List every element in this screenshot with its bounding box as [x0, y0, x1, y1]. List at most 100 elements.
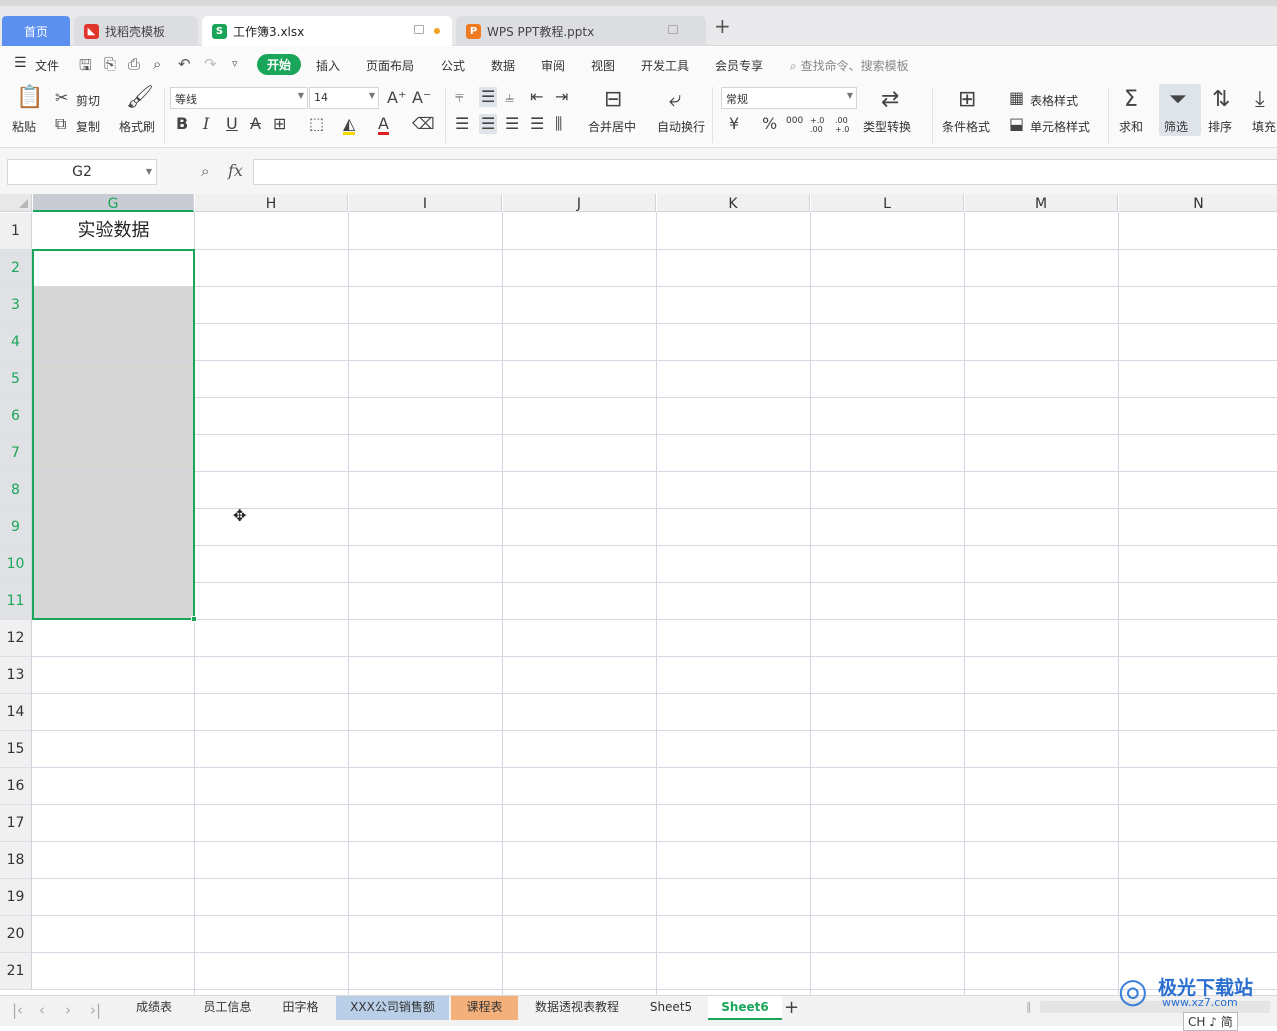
column-header-h[interactable]: H [195, 194, 348, 212]
row-header-21[interactable]: 21 [0, 953, 32, 990]
sort-button[interactable]: 排序 [1208, 118, 1232, 135]
decrease-font-icon[interactable]: A⁻ [412, 90, 431, 106]
select-all-corner[interactable] [0, 194, 32, 212]
menu-view[interactable]: 视图 [591, 57, 615, 74]
row-header-18[interactable]: 18 [0, 842, 32, 879]
wrap-text-button[interactable]: 自动换行 [657, 118, 705, 135]
italic-button[interactable]: I [203, 116, 209, 132]
hamburger-icon[interactable]: ☰ [14, 55, 27, 71]
tab-workbook[interactable]: S 工作簿3.xlsx [202, 16, 452, 46]
ime-indicator[interactable]: CH ♪ 简 [1183, 1012, 1238, 1031]
align-bottom-icon[interactable]: ⫨ [505, 89, 514, 105]
copy-button[interactable]: 复制 [76, 118, 100, 135]
fill-handle[interactable] [191, 616, 197, 622]
zoom-icon[interactable]: ⌕ [201, 162, 209, 180]
row-header-20[interactable]: 20 [0, 916, 32, 953]
decrease-decimal-button[interactable]: .00 +.0 [835, 116, 855, 134]
sheet-tab[interactable]: 数据透视表教程 [520, 996, 634, 1020]
column-header-g[interactable]: G [33, 194, 194, 212]
indent-increase-icon[interactable]: ⇥ [555, 89, 568, 105]
row-header-16[interactable]: 16 [0, 768, 32, 805]
row-header-6[interactable]: 6 [0, 398, 32, 435]
paste-icon[interactable]: 📋 [16, 87, 43, 109]
tab-home[interactable]: 首页 [2, 16, 70, 46]
font-name-select[interactable]: 等线 ▼ [170, 87, 308, 109]
add-sheet-icon[interactable]: + [784, 997, 799, 1018]
window-icon[interactable] [668, 25, 678, 34]
border-icon[interactable]: ⊞ [273, 116, 286, 132]
menu-page-layout[interactable]: 页面布局 [366, 57, 414, 74]
menu-data[interactable]: 数据 [491, 57, 515, 74]
format-painter-button[interactable]: 格式刷 [119, 118, 155, 135]
merge-center-button[interactable]: 合并居中 [588, 118, 636, 135]
number-format-select[interactable]: 常规 ▼ [721, 87, 857, 109]
strikethrough-icon[interactable]: A [250, 116, 261, 132]
convert-icon[interactable]: ⇄ [881, 89, 899, 111]
tab-ppt[interactable]: P WPS PPT教程.pptx [456, 16, 706, 46]
bold-button[interactable]: B [176, 116, 188, 132]
sheet-tab[interactable]: Sheet6 [708, 996, 782, 1020]
row-header-15[interactable]: 15 [0, 731, 32, 768]
new-tab-plus-icon[interactable]: + [714, 16, 731, 36]
column-header-l[interactable]: L [811, 194, 964, 212]
fill-button[interactable]: 填充 [1252, 118, 1276, 135]
window-icon[interactable] [414, 25, 424, 34]
merge-cells-icon[interactable]: ⊟ [604, 89, 622, 111]
row-header-5[interactable]: 5 [0, 361, 32, 398]
sheet-tab[interactable]: 员工信息 [190, 996, 265, 1020]
align-top-icon[interactable]: ⫧ [455, 89, 464, 105]
column-header-n[interactable]: N [1119, 194, 1277, 212]
increase-font-icon[interactable]: A⁺ [387, 90, 406, 106]
next-sheet-icon[interactable]: › [65, 1001, 71, 1019]
align-middle-icon[interactable]: ☰ [479, 87, 498, 107]
row-header-8[interactable]: 8 [0, 472, 32, 509]
row-header-1[interactable]: 1 [0, 213, 32, 250]
row-header-10[interactable]: 10 [0, 546, 32, 583]
menu-formula[interactable]: 公式 [441, 57, 465, 74]
row-header-7[interactable]: 7 [0, 435, 32, 472]
row-header-14[interactable]: 14 [0, 694, 32, 731]
tab-template[interactable]: ◣ 找稻壳模板 [74, 16, 198, 46]
sheet-tab[interactable]: 田字格 [267, 996, 334, 1020]
cell-g1[interactable]: 实验数据 [33, 213, 194, 249]
cell-style-button[interactable]: 单元格样式 [1030, 118, 1090, 135]
column-header-m[interactable]: M [965, 194, 1118, 212]
clear-format-icon[interactable]: ⌫ [412, 116, 435, 132]
row-header-12[interactable]: 12 [0, 620, 32, 657]
paste-button[interactable]: 粘贴 [12, 118, 36, 135]
row-header-17[interactable]: 17 [0, 805, 32, 842]
font-color-icon[interactable]: A [378, 116, 389, 135]
align-left-icon[interactable]: ☰ [455, 116, 469, 132]
row-header-3[interactable]: 3 [0, 287, 32, 324]
print-icon[interactable]: ⎙ [128, 55, 140, 73]
menu-review[interactable]: 审阅 [541, 57, 565, 74]
menu-start[interactable]: 开始 [257, 54, 301, 75]
format-painter-icon[interactable]: 🖌 [126, 87, 154, 109]
indent-decrease-icon[interactable]: ⇤ [530, 89, 543, 105]
thousands-button[interactable]: 000 [786, 116, 803, 126]
row-header-4[interactable]: 4 [0, 324, 32, 361]
column-header-j[interactable]: J [503, 194, 656, 212]
scroll-split-icon[interactable]: ‖ [1026, 1000, 1032, 1013]
sheet-tab[interactable]: 成绩表 [120, 996, 188, 1020]
fill-icon[interactable]: ⤓ [1255, 89, 1265, 111]
redo-icon[interactable]: ↷ [204, 55, 217, 73]
sheet-tab[interactable]: XXX公司销售额 [336, 996, 449, 1020]
sheet-tab[interactable]: 课程表 [451, 996, 518, 1020]
currency-button[interactable]: ¥ [729, 116, 739, 132]
row-header-9[interactable]: 9 [0, 509, 32, 546]
sigma-icon[interactable]: Σ [1124, 89, 1138, 111]
sheet-tab[interactable]: Sheet5 [636, 996, 706, 1020]
table-style-icon[interactable]: ▦ [1009, 90, 1024, 106]
filter-button[interactable]: ⏷ 筛选 [1159, 84, 1201, 136]
conditional-format-button[interactable]: 条件格式 [942, 118, 990, 135]
row-header-2[interactable]: 2 [0, 250, 32, 287]
undo-icon[interactable]: ↶ [178, 55, 191, 73]
justify-icon[interactable]: ☰ [530, 116, 544, 132]
border-style-icon[interactable]: ⬚ [309, 116, 324, 132]
type-convert-button[interactable]: 类型转换 [863, 118, 911, 135]
row-header-19[interactable]: 19 [0, 879, 32, 916]
align-right-icon[interactable]: ☰ [505, 116, 519, 132]
wrap-text-icon[interactable]: ⤶ [669, 89, 681, 111]
menu-insert[interactable]: 插入 [316, 57, 340, 74]
